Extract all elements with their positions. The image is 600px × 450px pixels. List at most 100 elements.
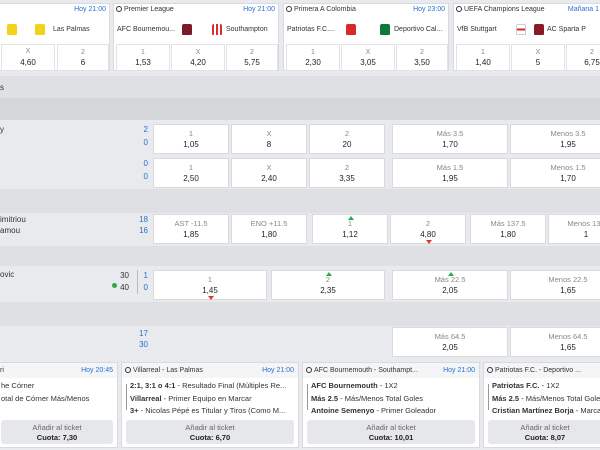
odd-value: 1	[583, 230, 589, 239]
bet-selection: AFC Bournemouth - 1X2	[303, 381, 479, 394]
odd-button-x[interactable]: X8	[231, 124, 307, 154]
soccer-ball-icon	[286, 6, 292, 12]
match-card-3[interactable]: Primera A Colombia Hoy 23:00 Patriotas F.…	[283, 3, 449, 71]
odd-button-2[interactable]: 2 4,80	[390, 214, 466, 244]
odd-button-2[interactable]: 2 2,35	[271, 270, 385, 300]
odd-button-2[interactable]: 26	[57, 44, 109, 71]
selection-market: - 1X2	[539, 381, 560, 390]
odd-button-2[interactable]: 2 3,35	[309, 158, 385, 188]
match-teams: Patriotas F.C.... Deportivo Cal...	[284, 19, 448, 41]
odd-button-1[interactable]: 1 2,30	[286, 44, 340, 71]
match-card-1[interactable]: Hoy 21:00 Las Palmas 4,60 X 26	[0, 3, 110, 71]
odd-value: 5,75	[244, 58, 260, 67]
quota-label: Cuota: 6,70	[189, 433, 231, 442]
odd-value: 1,85	[183, 230, 199, 239]
odd-button-1[interactable]: 1 1,12	[312, 214, 388, 244]
odd-value: 1,53	[135, 58, 151, 67]
selection-market: - Nicolas Pépé es Titular y Tiros (Como …	[138, 406, 286, 415]
odd-label: 1	[347, 219, 353, 228]
odd-button-under[interactable]: Menos 64.5 1,65	[510, 327, 600, 357]
odd-button-over[interactable]: Más 64.5 2,05	[392, 327, 508, 357]
event-row[interactable]: y 2 0 1 1,05 X8 2 20 Más 3.5 1,70 Menos 3.5…	[0, 122, 600, 154]
odd-label: AST -11.5	[174, 219, 208, 228]
odd-label: Menos 22.5	[548, 275, 588, 284]
odd-button-over[interactable]: Más 22.5 2,05	[392, 270, 508, 300]
bet-card-header: Villarreal - Las Palmas Hoy 21:00	[122, 363, 298, 378]
selection-pick: AFC Bournemouth	[311, 381, 378, 390]
event-row[interactable]: 17 30 Más 64.5 2,05 Menos 64.5 1,65	[0, 326, 600, 358]
odd-label: Menos 1.5	[550, 163, 586, 172]
odd-button-1[interactable]: 1 1,05	[153, 124, 229, 154]
odd-label: ENO +11.5	[250, 219, 288, 228]
odd-button-2[interactable]: 2 6,75	[566, 44, 600, 71]
selection-pick: Patriotas F.C.	[492, 381, 540, 390]
soccer-ball-icon	[456, 6, 462, 12]
odd-label: 2	[344, 163, 350, 172]
odd-button-2[interactable]: 2 5,75	[226, 44, 278, 71]
odd-button-x[interactable]: X 2,40	[231, 158, 307, 188]
odd-button-under[interactable]: Menos 3.5 1,95	[510, 124, 600, 154]
add-to-ticket-button[interactable]: Añadir al ticket Cuota: 10,01	[307, 420, 475, 444]
event-row[interactable]: 0 0 1 2,50 X 2,40 2 3,35 Más 1.5 1,95 Menos …	[0, 156, 600, 188]
odd-value: 1,70	[442, 140, 458, 149]
add-to-ticket-button[interactable]: Añadir al ticket Cuota: 6,70	[126, 420, 294, 444]
event-row[interactable]: ovic 30 40 1 0 1 1,45 2 2,35 Más 22.5 2,05 …	[0, 268, 600, 302]
odd-value: 6	[80, 58, 86, 67]
match-name: AFC Bournemouth - Southampt...	[314, 367, 418, 374]
odd-value: 4,80	[420, 230, 436, 239]
soccer-ball-icon	[306, 367, 312, 373]
odd-button-2[interactable]: 2 20	[309, 124, 385, 154]
odd-button-x[interactable]: X	[1, 44, 55, 71]
odd-button-over[interactable]: Más 137.5 1,80	[470, 214, 546, 244]
odd-button-x[interactable]: X 3,05	[341, 44, 395, 71]
odd-button-2[interactable]: 2 3,50	[396, 44, 448, 71]
odd-button-handicap-home[interactable]: AST -11.5 1,85	[153, 214, 229, 244]
add-to-ticket-button[interactable]: Añadir al ticket Cuota: 8,07	[488, 420, 600, 444]
odd-value: 1,40	[475, 58, 491, 67]
odd-value: 2,30	[305, 58, 321, 67]
arrow-up-icon	[348, 216, 354, 220]
team-name-home: imitriou	[0, 215, 26, 224]
odd-button-handicap-away[interactable]: ENO +11.5 1,80	[231, 214, 307, 244]
team-name: y	[0, 125, 4, 134]
home-team: AFC Bournemou...	[117, 26, 175, 33]
odd-button-x[interactable]: X5	[511, 44, 565, 71]
odd-button-1[interactable]: 1 1,53	[116, 44, 170, 71]
odd-label: Menos 137	[567, 219, 600, 228]
divider	[0, 189, 600, 213]
odd-button-over[interactable]: Más 3.5 1,70	[392, 124, 508, 154]
score-home: 18	[139, 215, 148, 224]
odd-label: Más 1.5	[436, 163, 464, 172]
odd-label: X	[535, 49, 541, 56]
odd-label: 1	[481, 49, 485, 56]
add-to-ticket-button[interactable]: Añadir al ticket Cuota: 7,30	[1, 420, 113, 444]
event-row[interactable]: imitriou amou 18 16 AST -11.5 1,85 ENO +1…	[0, 214, 600, 246]
match-time: Hoy 21:00	[262, 367, 294, 374]
odd-button-1[interactable]: 1 1,40	[456, 44, 510, 71]
odd-label: Más 3.5	[436, 129, 464, 138]
match-card-4[interactable]: UEFA Champions League Mañana 1 VfB Stuttg…	[453, 3, 600, 71]
odd-label: 1	[188, 163, 194, 172]
odd-button-1[interactable]: 1 1,45	[153, 270, 267, 300]
odd-value: 2,50	[183, 174, 199, 183]
selection-market: - Más/Menos Total Goles	[338, 393, 424, 403]
section-label: s	[0, 83, 4, 92]
bet-card-1: ri Hoy 20:45 he Córner otal de Córner Más…	[0, 362, 118, 448]
match-card-2[interactable]: Premier League Hoy 21:00 AFC Bournemou...…	[113, 3, 279, 71]
odd-button-x[interactable]: X 4,20	[171, 44, 225, 71]
odd-button-under[interactable]: Menos 1.5 1,70	[510, 158, 600, 188]
odd-value: 4,20	[190, 58, 206, 67]
match-time: Mañana 1	[567, 6, 599, 13]
odd-button-under[interactable]: Menos 22.5 1,65	[510, 270, 600, 300]
odd-button-over[interactable]: Más 1.5 1,95	[392, 158, 508, 188]
odd-value: 1,95	[560, 140, 576, 149]
odd-button-under[interactable]: Menos 137 1	[548, 214, 600, 244]
odd-value: 1,95	[442, 174, 458, 183]
odd-button-1[interactable]: 1 2,50	[153, 158, 229, 188]
selection-pick: Villarreal	[130, 393, 162, 403]
odd-label: 2	[425, 219, 431, 228]
add-label: Añadir al ticket	[366, 423, 416, 432]
odd-label: 2	[590, 49, 594, 56]
selection-market: - 1X2	[377, 381, 398, 390]
odd-label: Más 22.5	[434, 275, 466, 284]
